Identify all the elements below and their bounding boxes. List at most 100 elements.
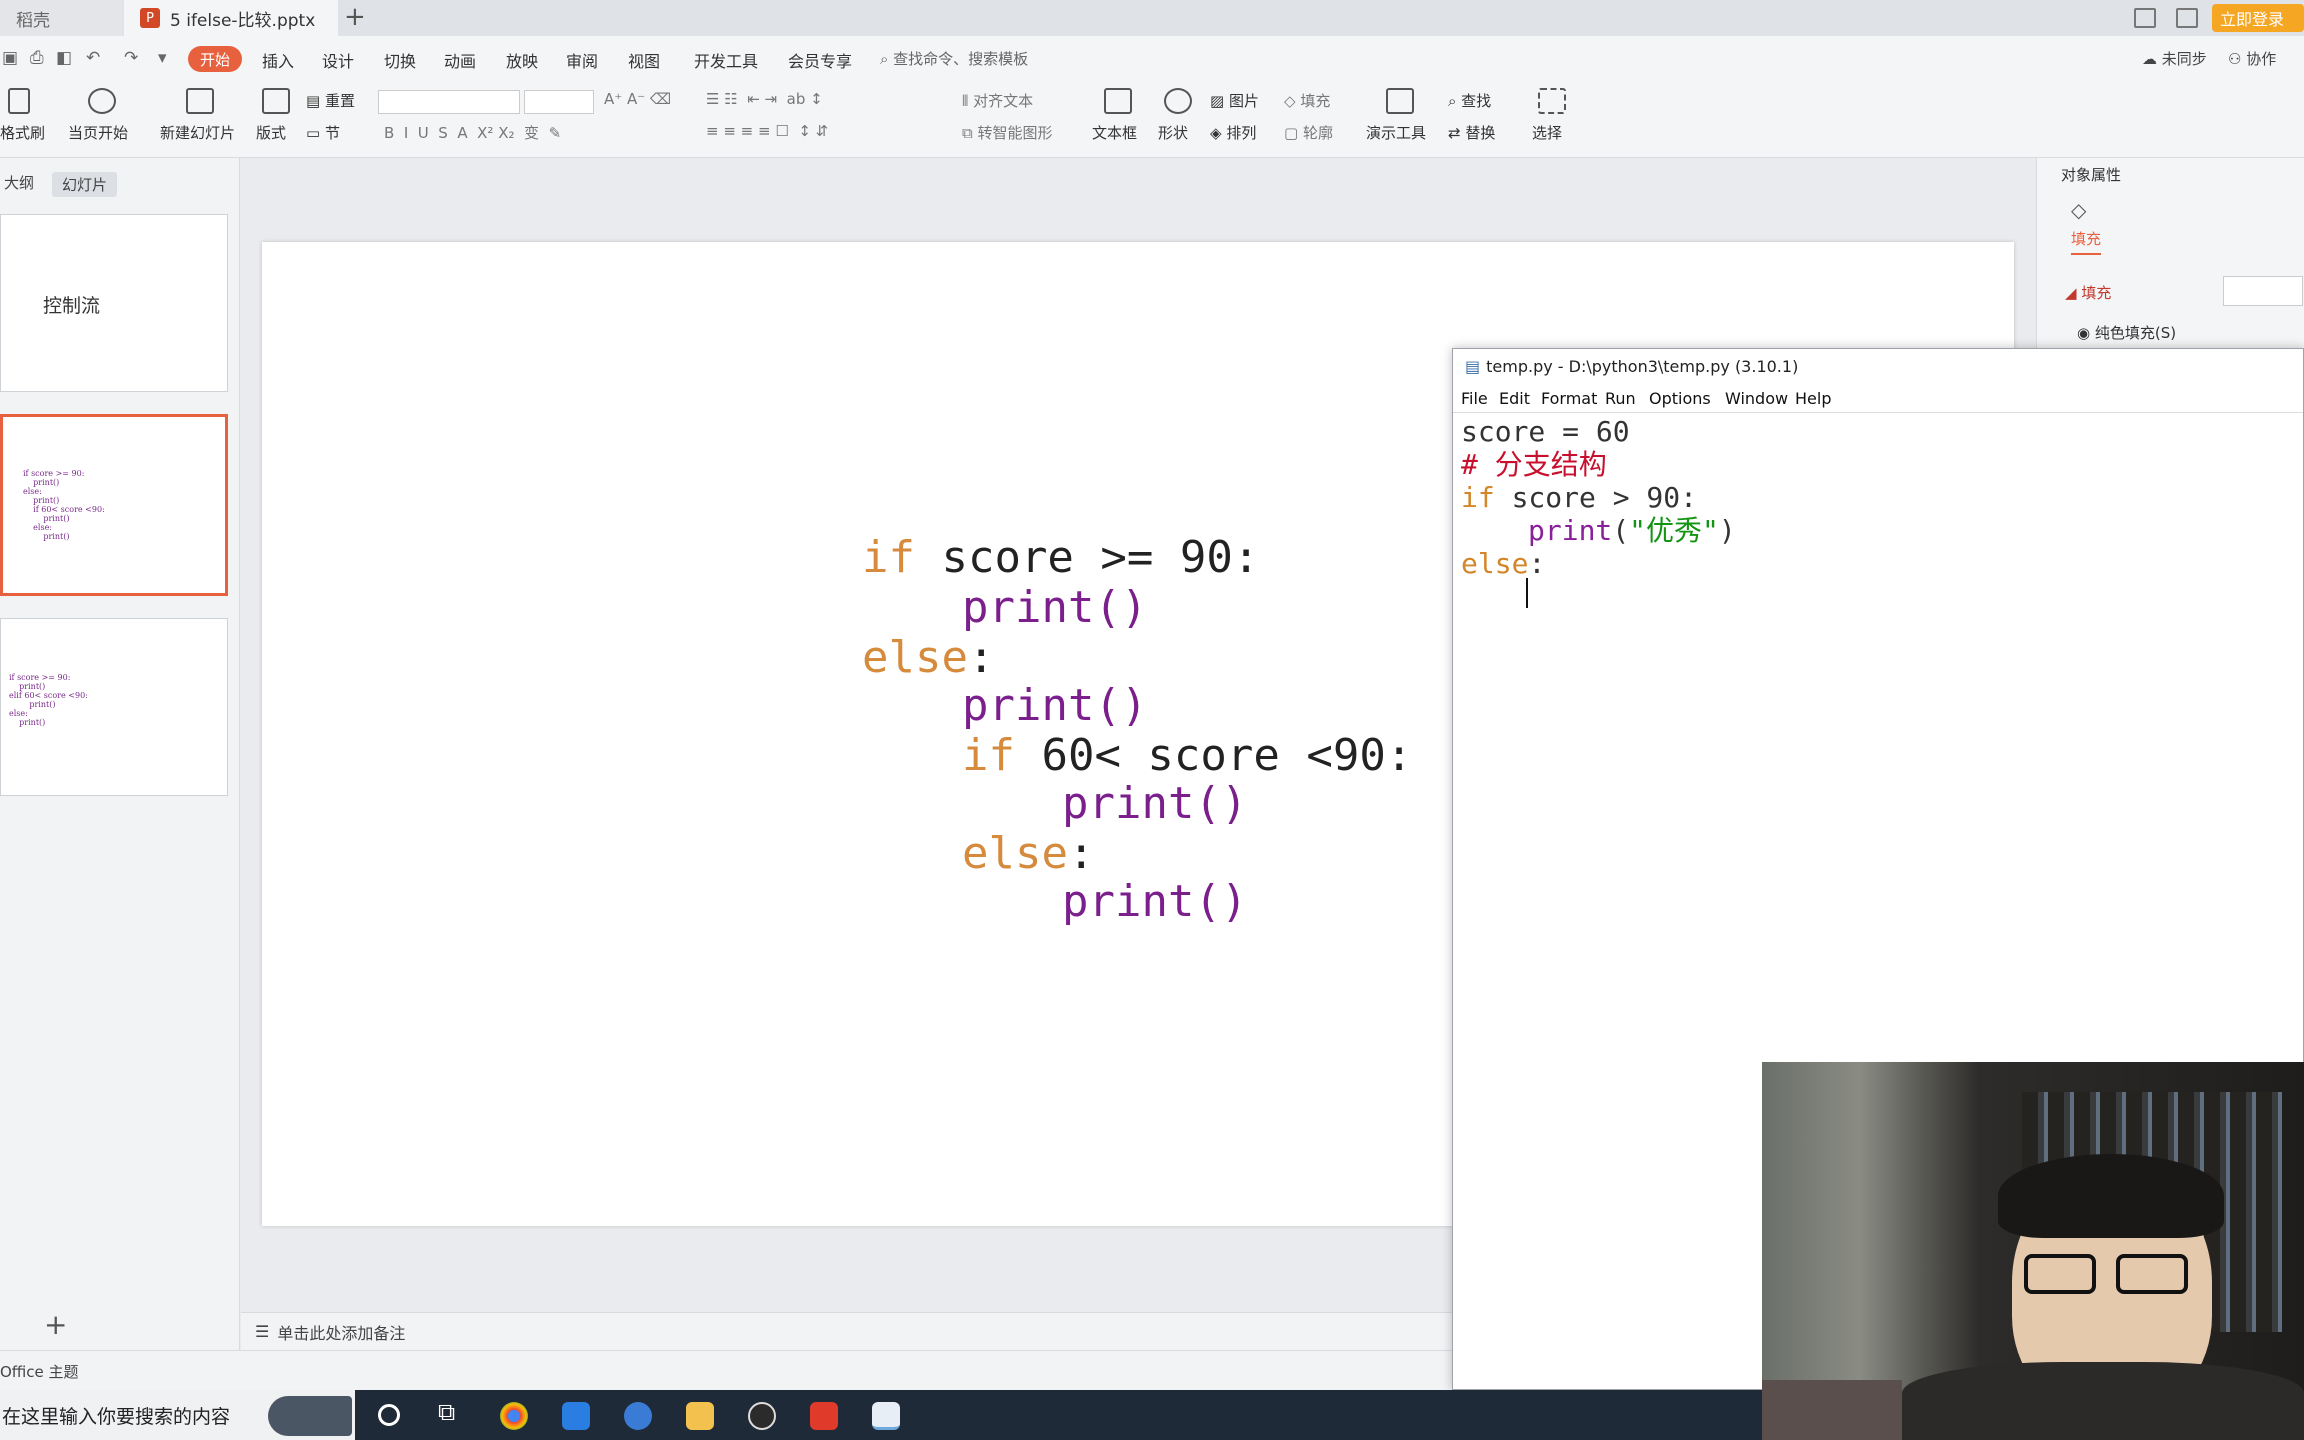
- format-painter-button[interactable]: 格式刷: [0, 122, 45, 143]
- qat-more-icon[interactable]: ▾: [158, 48, 167, 68]
- menu-start[interactable]: 开始: [188, 46, 242, 72]
- idle-menu-options[interactable]: Options: [1649, 389, 1711, 408]
- align-icons[interactable]: ≡ ≡ ≡ ≡ ☐ ↕ ⇵: [706, 122, 828, 140]
- idle-code-line-4[interactable]: print("优秀"): [1528, 514, 1736, 547]
- layout-icon[interactable]: [2134, 8, 2156, 28]
- arrange-icon: ◈: [1210, 124, 1227, 142]
- tab-outline[interactable]: 大纲: [4, 172, 34, 193]
- function-call: print(): [1062, 876, 1248, 927]
- idle-menu-window[interactable]: Window: [1725, 389, 1788, 408]
- chrome-icon[interactable]: [500, 1402, 528, 1430]
- idle-menu-format[interactable]: Format: [1541, 389, 1597, 408]
- idle-menu-bar: File Edit Format Run Options Window Help: [1453, 383, 2303, 413]
- textbox-button[interactable]: 文本框: [1092, 122, 1137, 143]
- picture-button[interactable]: ▨ 图片: [1210, 90, 1259, 111]
- task-view-icon[interactable]: ⧉: [438, 1398, 466, 1426]
- slide-thumb-1[interactable]: 控制流: [0, 214, 228, 392]
- idle-code-line-2[interactable]: # 分支结构: [1461, 448, 1607, 481]
- obs-icon[interactable]: [748, 1402, 776, 1430]
- code-text: ): [1718, 514, 1736, 547]
- panel-title[interactable]: 对象属性: [2061, 164, 2121, 185]
- shape-button[interactable]: 形状: [1158, 122, 1188, 143]
- add-slide-button[interactable]: +: [44, 1308, 67, 1341]
- idle-menu-file[interactable]: File: [1461, 389, 1488, 408]
- layout-button[interactable]: 版式: [256, 122, 286, 143]
- command-search[interactable]: ⌕ 查找命令、搜索模板: [880, 48, 1028, 69]
- slide-code-line-3: else:: [862, 632, 994, 683]
- menu-slideshow[interactable]: 放映: [506, 48, 538, 72]
- play-current-button[interactable]: 当页开始: [68, 122, 128, 143]
- menu-insert[interactable]: 插入: [262, 48, 294, 72]
- menu-review[interactable]: 审阅: [566, 48, 598, 72]
- wps-icon[interactable]: [810, 1402, 838, 1430]
- outline-button[interactable]: ▢ 轮廓: [1284, 122, 1333, 143]
- fill-color-select[interactable]: [2223, 276, 2303, 306]
- smart-shape-button[interactable]: ⧉ 转智能图形: [962, 122, 1053, 143]
- arrange-button[interactable]: ◈ 排列: [1210, 122, 1256, 143]
- browser-icon[interactable]: [624, 1402, 652, 1430]
- find-button[interactable]: ⌕ 查找: [1448, 90, 1491, 111]
- list-icons[interactable]: ☰ ☷ ⇤ ⇥ ab ↕: [706, 90, 823, 108]
- add-tab-button[interactable]: +: [344, 2, 366, 32]
- preview-icon[interactable]: ◧: [56, 48, 72, 68]
- user-icon: ⚇: [2228, 50, 2242, 68]
- tab-slides[interactable]: 幻灯片: [52, 172, 118, 197]
- slide-code-line-7: else:: [962, 828, 1094, 879]
- save-icon[interactable]: ▣: [2, 48, 18, 68]
- idle-title-bar[interactable]: ▤ temp.py - D:\python3\temp.py (3.10.1): [1453, 349, 2303, 383]
- menu-transition[interactable]: 切换: [384, 48, 416, 72]
- taskbar: 在这里输入你要搜索的内容 ⧉: [0, 1390, 1762, 1440]
- grid-icon[interactable]: [2176, 8, 2198, 28]
- glasses-right: [2116, 1254, 2188, 1294]
- text-cursor: [1526, 578, 1528, 608]
- tab-fill[interactable]: 填充: [2071, 228, 2102, 255]
- undo-icon[interactable]: ↶: [86, 48, 100, 68]
- align-text-button[interactable]: ⫴ 对齐文本: [962, 90, 1033, 111]
- fill-button[interactable]: ◇ 填充: [1284, 90, 1330, 111]
- idle-code-line-5[interactable]: else:: [1461, 547, 1545, 580]
- picture-label: 图片: [1228, 92, 1259, 110]
- new-slide-icon: [186, 88, 214, 114]
- function-call: print(): [962, 582, 1148, 633]
- menu-devtools[interactable]: 开发工具: [694, 48, 758, 72]
- idle-menu-edit[interactable]: Edit: [1499, 389, 1530, 408]
- slide-thumb-2[interactable]: if score >= 90: print() else: print() if…: [0, 414, 228, 596]
- redo-icon[interactable]: ↷: [124, 48, 138, 68]
- print-icon[interactable]: ⎙: [30, 48, 44, 68]
- idle-app-icon[interactable]: [872, 1402, 900, 1430]
- present-tools-button[interactable]: 演示工具: [1366, 122, 1426, 143]
- file-explorer-icon[interactable]: [686, 1402, 714, 1430]
- idle-menu-run[interactable]: Run: [1605, 389, 1636, 408]
- idle-code-line-3[interactable]: if score > 90:: [1461, 481, 1697, 514]
- feishu-icon[interactable]: [562, 1402, 590, 1430]
- reset-button[interactable]: ▤ 重置: [306, 90, 355, 111]
- sync-status[interactable]: ☁ 未同步: [2142, 48, 2207, 69]
- arrange-label: 排列: [1226, 124, 1257, 142]
- tab-daoke[interactable]: 稻壳: [0, 0, 122, 36]
- outline-label: 轮廓: [1302, 124, 1333, 142]
- solid-fill-radio[interactable]: ◉ 纯色填充(S): [2077, 322, 2176, 343]
- section-button[interactable]: ▭ 节: [306, 122, 340, 143]
- font-style-icons[interactable]: B I U S A X² X₂ 变 ✎: [384, 122, 561, 143]
- font-family-select[interactable]: [378, 90, 520, 114]
- collab-button[interactable]: ⚇ 协作: [2228, 48, 2276, 69]
- menu-design[interactable]: 设计: [322, 48, 354, 72]
- search-illustration: [268, 1396, 352, 1436]
- select-button[interactable]: 选择: [1532, 122, 1562, 143]
- idle-code-line-1[interactable]: score = 60: [1461, 415, 1630, 448]
- menu-view[interactable]: 视图: [628, 48, 660, 72]
- glasses-left: [2024, 1254, 2096, 1294]
- reset-label: 重置: [324, 92, 355, 110]
- replace-button[interactable]: ⇄ 替换: [1448, 122, 1495, 143]
- fill-section-header[interactable]: ◢ 填充: [2065, 282, 2111, 303]
- font-grow-icon[interactable]: A⁺ A⁻ ⌫: [604, 90, 671, 108]
- menu-animation[interactable]: 动画: [444, 48, 476, 72]
- font-size-select[interactable]: [524, 90, 594, 114]
- login-button[interactable]: 立即登录: [2212, 4, 2304, 32]
- idle-menu-help[interactable]: Help: [1795, 389, 1831, 408]
- menu-member[interactable]: 会员专享: [788, 48, 852, 72]
- tab-pptx[interactable]: P 5 ifelse-比较.pptx: [124, 0, 338, 36]
- cortana-icon[interactable]: [378, 1404, 400, 1426]
- slide-thumb-3[interactable]: if score >= 90: print() elif 60< score <…: [0, 618, 228, 796]
- new-slide-button[interactable]: 新建幻灯片: [160, 122, 235, 143]
